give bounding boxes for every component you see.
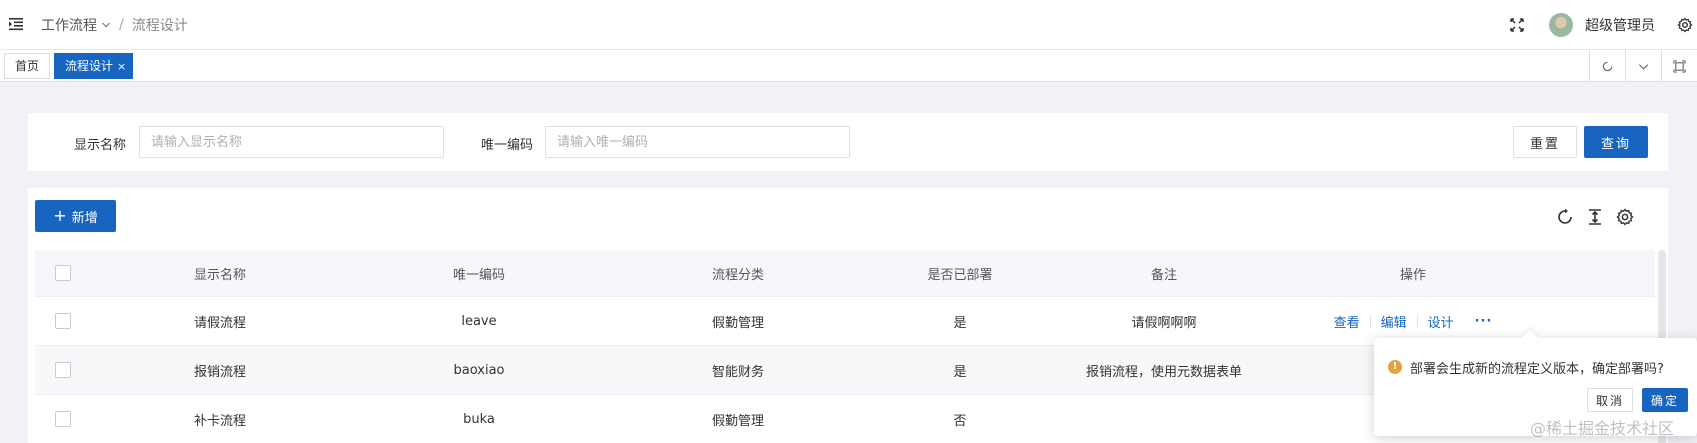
breadcrumb-item-workflow[interactable]: 工作流程 xyxy=(41,15,97,35)
cell-code: leave xyxy=(461,313,497,329)
reset-button[interactable]: 重置 xyxy=(1513,126,1577,158)
column-height-icon[interactable] xyxy=(1586,208,1604,226)
plus-icon: + xyxy=(53,206,67,225)
select-all-checkbox[interactable] xyxy=(55,265,71,281)
more-actions-icon[interactable]: ··· xyxy=(1475,314,1493,329)
chevron-down-icon xyxy=(1638,63,1649,70)
tab-dropdown-button[interactable] xyxy=(1625,50,1661,82)
row-checkbox-cell xyxy=(35,346,91,394)
column-header-name[interactable]: 显示名称 xyxy=(91,250,349,296)
cell-deployed: 否 xyxy=(953,413,967,429)
refresh-icon[interactable] xyxy=(1556,208,1574,226)
cell-category: 智能财务 xyxy=(711,364,764,380)
row-checkbox-cell xyxy=(35,297,91,345)
search-form: 显示名称 唯一编码 重置 查询 xyxy=(28,113,1668,171)
cell-deployed: 是 xyxy=(953,315,967,331)
cancel-button[interactable]: 取消 xyxy=(1587,388,1633,412)
cell-category: 假勤管理 xyxy=(711,413,764,429)
gear-icon[interactable] xyxy=(1616,208,1634,226)
action-divider xyxy=(1416,315,1418,327)
username[interactable]: 超级管理员 xyxy=(1585,15,1655,35)
cell-code: baoxiao xyxy=(453,362,505,378)
column-header-code[interactable]: 唯一编码 xyxy=(349,250,609,296)
cell-remark: 请假啊啊啊 xyxy=(1131,315,1197,331)
query-button[interactable]: 查询 xyxy=(1584,126,1648,158)
tab-maximize-button[interactable] xyxy=(1661,50,1697,82)
cell-category: 假勤管理 xyxy=(711,315,764,331)
display-name-label: 显示名称 xyxy=(74,138,127,153)
breadcrumb-separator: / xyxy=(119,17,124,33)
tab-home-label: 首页 xyxy=(14,59,39,73)
avatar[interactable] xyxy=(1549,13,1573,37)
add-button[interactable]: + 新增 xyxy=(35,200,116,232)
column-header-remark[interactable]: 备注 xyxy=(1053,250,1275,296)
display-name-input[interactable] xyxy=(139,126,444,158)
view-link[interactable]: 查看 xyxy=(1334,312,1360,331)
add-button-label: 新增 xyxy=(71,210,98,226)
cell-name: 补卡流程 xyxy=(193,413,246,429)
row-checkbox[interactable] xyxy=(55,411,71,427)
watermark: @稀土掘金技术社区 xyxy=(1530,419,1675,438)
confirm-button[interactable]: 确定 xyxy=(1642,388,1688,412)
tab-tools xyxy=(1589,50,1697,82)
action-divider xyxy=(1369,315,1371,327)
top-header: 工作流程 / 流程设计 超级管理员 xyxy=(0,0,1697,50)
gear-icon[interactable] xyxy=(1677,17,1693,33)
cell-code: buka xyxy=(463,411,495,427)
edit-link[interactable]: 编辑 xyxy=(1381,312,1407,331)
menu-toggle-icon[interactable] xyxy=(8,16,24,32)
row-checkbox[interactable] xyxy=(55,313,71,329)
action-divider xyxy=(1464,315,1465,327)
chevron-down-icon[interactable] xyxy=(101,20,111,30)
table-header: 显示名称 唯一编码 流程分类 是否已部署 备注 操作 xyxy=(35,250,1655,297)
row-checkbox[interactable] xyxy=(55,362,71,378)
row-actions: 查看 编辑 设计 ··· xyxy=(1334,312,1493,331)
breadcrumb-item-current: 流程设计 xyxy=(131,18,188,34)
cell-deployed: 是 xyxy=(953,364,967,380)
confirm-message: 部署会生成新的流程定义版本，确定部署吗? xyxy=(1410,362,1664,377)
breadcrumb: 工作流程 / 流程设计 xyxy=(41,15,188,35)
tab-process-design[interactable]: 流程设计 × xyxy=(54,53,133,79)
design-link[interactable]: 设计 xyxy=(1428,312,1454,331)
tab-refresh-button[interactable] xyxy=(1589,50,1625,82)
maximize-icon xyxy=(1673,59,1686,73)
refresh-icon xyxy=(1602,61,1613,71)
tab-process-design-label: 流程设计 xyxy=(65,59,114,73)
column-header-category[interactable]: 流程分类 xyxy=(609,250,867,296)
warning-icon: ! xyxy=(1388,360,1402,374)
tab-home[interactable]: 首页 xyxy=(4,53,50,79)
column-header-actions: 操作 xyxy=(1399,267,1426,283)
cell-remark xyxy=(1053,395,1275,443)
unique-code-input[interactable] xyxy=(545,126,850,158)
unique-code-label: 唯一编码 xyxy=(481,138,534,153)
cell-name: 请假流程 xyxy=(193,315,246,331)
tab-close-icon[interactable]: × xyxy=(117,60,126,73)
header-right: 超级管理员 xyxy=(1509,0,1697,50)
column-header-deployed[interactable]: 是否已部署 xyxy=(867,250,1053,296)
fullscreen-icon[interactable] xyxy=(1509,17,1525,33)
tabs-bar: 首页 流程设计 × xyxy=(0,50,1697,82)
cell-remark: 报销流程，使用元数据表单 xyxy=(1085,364,1242,380)
cell-name: 报销流程 xyxy=(193,364,246,380)
header-checkbox-cell xyxy=(35,250,91,296)
row-checkbox-cell xyxy=(35,395,91,443)
table-tools xyxy=(1556,208,1646,226)
